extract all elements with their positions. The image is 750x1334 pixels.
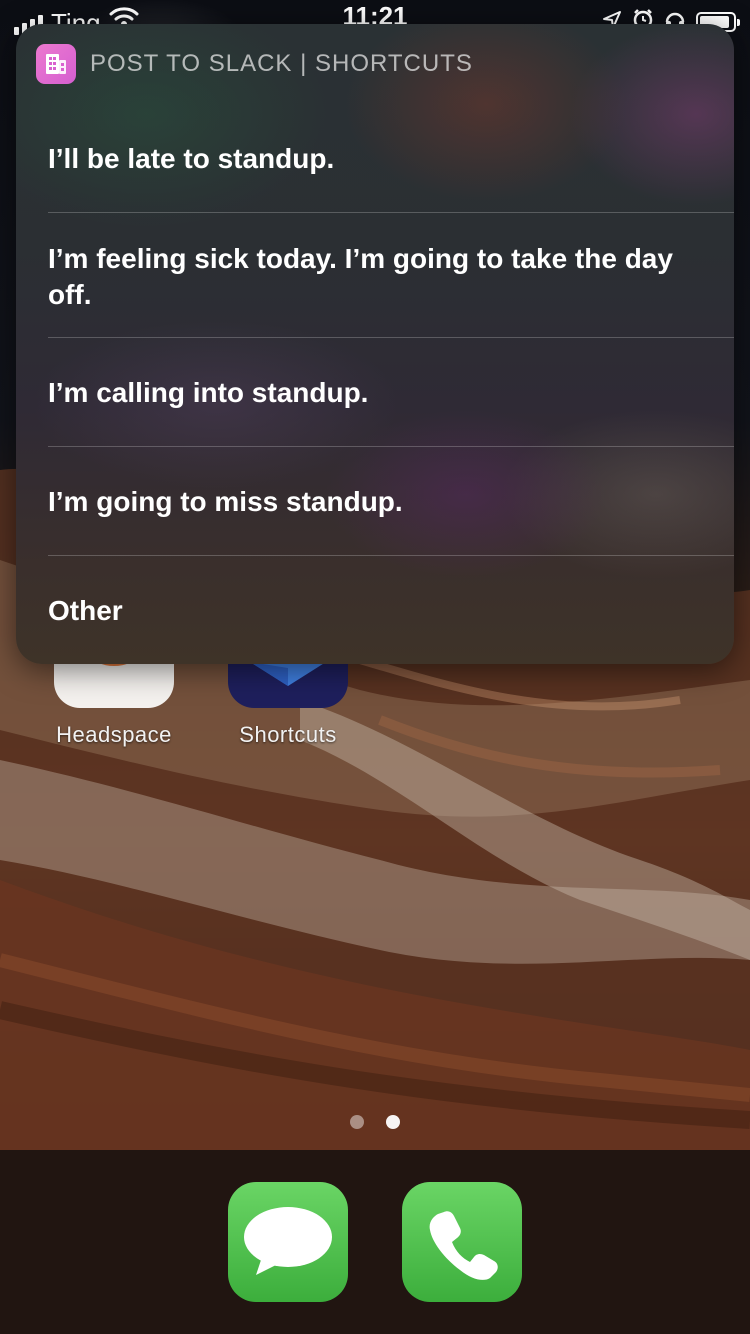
option-item[interactable]: Other xyxy=(48,556,734,664)
option-label: I’m calling into standup. xyxy=(48,377,369,408)
option-label: I’m going to miss standup. xyxy=(48,486,403,517)
option-label: I’ll be late to standup. xyxy=(48,143,335,174)
phone-icon[interactable] xyxy=(402,1182,522,1302)
dock xyxy=(0,1150,750,1334)
shortcut-choice-panel: POST TO SLACK | SHORTCUTS I’ll be late t… xyxy=(16,24,734,664)
messages-icon[interactable] xyxy=(228,1182,348,1302)
option-label: I’m feeling sick today. I’m going to tak… xyxy=(48,243,673,310)
page-dot-current xyxy=(386,1115,400,1129)
page-indicator[interactable] xyxy=(0,1115,750,1129)
app-label: Headspace xyxy=(56,722,172,747)
option-label: Other xyxy=(48,595,123,626)
option-item[interactable]: I’ll be late to standup. xyxy=(48,114,734,213)
option-item[interactable]: I’m going to miss standup. xyxy=(48,447,734,556)
option-item[interactable]: I’m calling into standup. xyxy=(48,338,734,447)
page-dot xyxy=(350,1115,364,1129)
options-list: I’ll be late to standup. I’m feeling sic… xyxy=(48,114,734,664)
app-label: Shortcuts xyxy=(239,722,337,747)
building-icon xyxy=(36,44,76,84)
panel-header: POST TO SLACK | SHORTCUTS xyxy=(36,44,473,84)
panel-title: POST TO SLACK | SHORTCUTS xyxy=(90,50,473,77)
option-item[interactable]: I’m feeling sick today. I’m going to tak… xyxy=(48,213,734,338)
